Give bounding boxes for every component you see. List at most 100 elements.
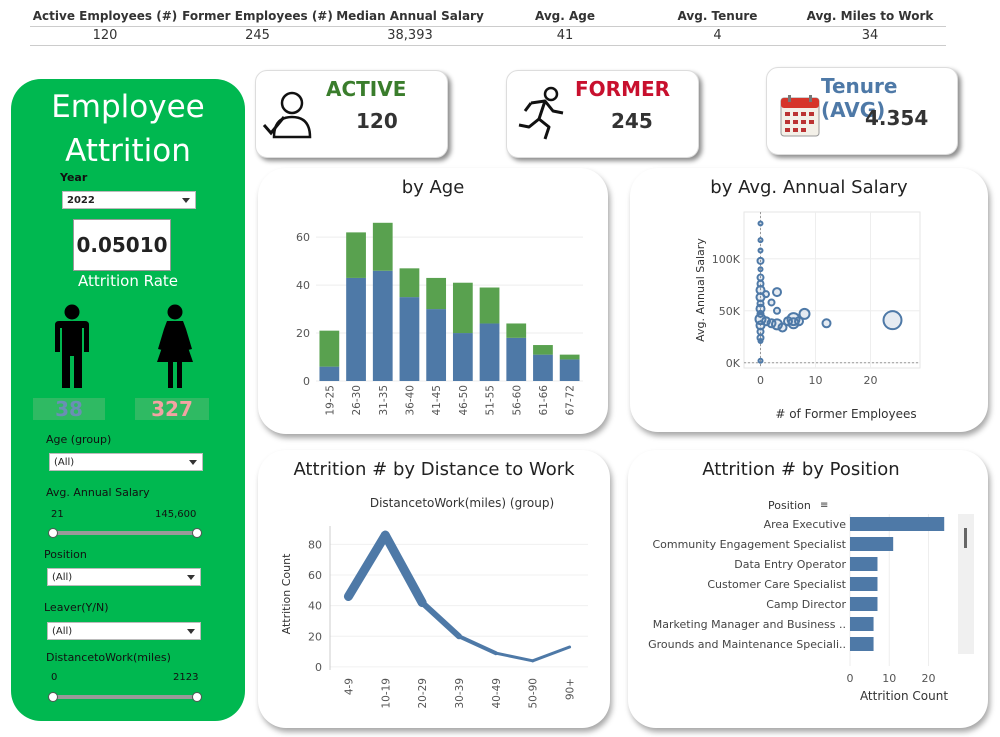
- bar: [850, 597, 878, 611]
- kpi-tenure-label: Avg. Tenure: [677, 9, 758, 23]
- kpi-salary-label: Median Annual Salary: [336, 9, 484, 23]
- position-scrollbar[interactable]: [958, 514, 974, 654]
- active-card-label: ACTIVE: [326, 77, 407, 101]
- bar-segment: [372, 222, 393, 271]
- distance-filter-label: DistancetoWork(miles): [46, 651, 171, 664]
- bar: [850, 577, 878, 591]
- salary-min-label: 21: [51, 509, 64, 520]
- scatter-point: [757, 237, 764, 244]
- salary-slider[interactable]: [53, 531, 199, 535]
- age-group-select[interactable]: (All): [49, 453, 203, 471]
- bar-segment: [346, 232, 366, 278]
- salary-scatter-chart: 0K 50K 100K 0 10 20 # of Former Employees Avg. …: [694, 211, 921, 421]
- bar-segment: [452, 333, 473, 381]
- scatter-point: [757, 357, 764, 364]
- y-tick-label: 40: [308, 600, 322, 613]
- position-select[interactable]: (All): [47, 568, 201, 586]
- y-tick-label: 0: [315, 661, 322, 674]
- age-group-value: (All): [54, 457, 75, 468]
- x-tick-label: 40-49: [491, 678, 503, 709]
- bar: [850, 557, 878, 571]
- chevron-down-icon: [182, 198, 190, 203]
- y-tick-label: 40: [296, 279, 310, 292]
- year-label: Year: [60, 171, 88, 184]
- bar-segment: [426, 277, 447, 310]
- category-label: Community Engagement Specialist: [652, 538, 846, 551]
- bar-segment: [506, 323, 527, 338]
- x-tick-label: 19-25: [324, 385, 336, 416]
- x-tick-label: 41-45: [431, 385, 443, 416]
- tenure-card-value: 4.354: [865, 106, 929, 130]
- bar: [850, 637, 874, 651]
- bar-segment: [452, 282, 473, 334]
- salary-panel: by Avg. Annual Salary 0K 50K 100K 0 10 20 # of…: [630, 168, 988, 432]
- bar-segment: [319, 366, 340, 381]
- distance-slider-max-handle[interactable]: [192, 692, 202, 702]
- x-axis-label: # of Former Employees: [775, 407, 916, 421]
- y-tick-label: 60: [308, 569, 322, 582]
- y-tick-label: 100K: [712, 253, 741, 266]
- bar-segment: [479, 323, 500, 381]
- male-icon: [55, 304, 89, 388]
- sidebar-title-line1: Employee: [51, 89, 205, 125]
- scatter-point: [757, 247, 764, 254]
- leaver-select[interactable]: (All): [47, 622, 201, 640]
- x-tick-label: 10: [882, 672, 896, 685]
- x-tick-label: 30-39: [454, 678, 466, 709]
- year-select[interactable]: 2022: [62, 191, 196, 209]
- x-tick-label: 51-55: [485, 385, 497, 416]
- y-tick-label: 60: [296, 231, 310, 244]
- bar-segment: [533, 345, 553, 355]
- series-line: [380, 530, 427, 608]
- position-header: Position: [768, 499, 811, 512]
- bar-segment: [346, 277, 366, 381]
- position-scrollbar-thumb[interactable]: [964, 528, 967, 548]
- bar-segment: [399, 297, 420, 381]
- sort-icon: ≡: [820, 500, 828, 511]
- scatter-point: [773, 306, 781, 315]
- tenure-card: Tenure (AVG) 4.354: [766, 67, 958, 155]
- x-tick-label: 31-35: [378, 385, 390, 416]
- y-axis-label: Avg. Annual Salary: [694, 238, 707, 342]
- bar: [850, 617, 874, 631]
- active-card: ACTIVE 120: [255, 70, 448, 158]
- attrition-rate-value: 0.05010: [73, 219, 171, 271]
- bar-segment: [559, 359, 580, 381]
- kpi-active-label: Active Employees (#): [32, 9, 178, 23]
- salary-slider-max-handle[interactable]: [192, 528, 202, 538]
- x-tick-label: 0: [847, 672, 854, 685]
- former-card-label: FORMER: [575, 77, 671, 101]
- running-person-icon: [518, 86, 564, 140]
- x-tick-label: 26-30: [351, 385, 363, 416]
- x-tick-label: 61-66: [538, 385, 550, 416]
- kpi-divider-bottom: [30, 45, 946, 46]
- y-tick-label: 50K: [719, 305, 741, 318]
- distance-slider[interactable]: [53, 695, 199, 699]
- chevron-down-icon: [187, 575, 195, 580]
- distance-panel: Attrition # by Distance to Work Distance…: [258, 450, 610, 728]
- position-bar-chart: Position ≡ 0 10 20 Area Executive Community En…: [648, 499, 948, 703]
- scatter-point: [757, 337, 764, 344]
- female-count: 327: [135, 398, 209, 420]
- scatter-point: [757, 266, 764, 273]
- series-line: [457, 634, 498, 656]
- x-tick-label: 90+: [565, 678, 577, 700]
- salary-max-label: 145,600: [155, 509, 197, 520]
- y-tick-label: 20: [296, 327, 310, 340]
- series-line: [531, 645, 572, 663]
- y-tick-label: 0K: [726, 357, 741, 370]
- y-tick-label: 0: [303, 375, 310, 388]
- bar-segment: [372, 270, 393, 381]
- bar-segment: [426, 309, 447, 381]
- kpi-miles-label: Avg. Miles to Work: [806, 9, 934, 23]
- kpi-age-label: Avg. Age: [534, 9, 596, 23]
- x-tick-label: 20: [864, 374, 878, 387]
- sidebar-title-line2: Attrition: [65, 133, 191, 169]
- x-tick-label: 10: [809, 374, 823, 387]
- series-line: [494, 651, 535, 663]
- salary-slider-min-handle[interactable]: [48, 528, 58, 538]
- scatter-point: [882, 310, 903, 331]
- distance-slider-min-handle[interactable]: [48, 692, 58, 702]
- x-tick-label: 36-40: [404, 385, 416, 416]
- bar: [850, 517, 945, 531]
